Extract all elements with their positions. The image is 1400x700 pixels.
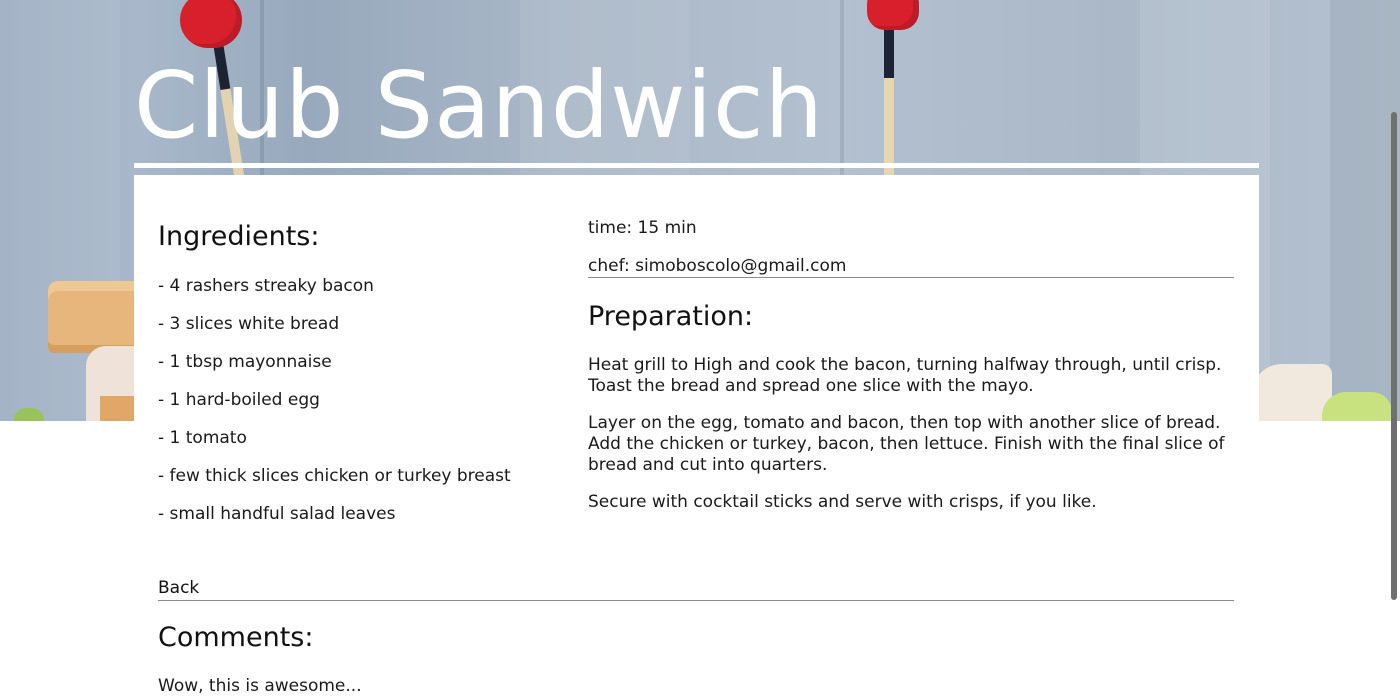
preparation-step: Secure with cocktail sticks and serve wi… (588, 492, 1097, 512)
recipe-card: Ingredients: - 4 rashers streaky bacon -… (134, 175, 1259, 700)
preparation-heading: Preparation: (588, 301, 754, 332)
ingredient-item: - 3 slices white bread (158, 314, 340, 334)
cocktail-stick-top (867, 0, 919, 30)
ingredient-item: - 1 tomato (158, 428, 247, 448)
preparation-step: Layer on the egg, tomato and bacon, then… (588, 413, 1225, 475)
title-divider (134, 163, 1259, 168)
ingredients-list: - 4 rashers streaky bacon - 3 slices whi… (158, 275, 558, 525)
ingredient-item: - 1 hard-boiled egg (158, 390, 320, 410)
sandwich-lettuce (14, 408, 44, 421)
comments-heading: Comments: (158, 622, 314, 653)
ingredient-item: - 4 rashers streaky bacon (158, 276, 374, 296)
chef-email: chef: simoboscolo@gmail.com (588, 256, 847, 276)
recipe-details: time: 15 min chef: simoboscolo@gmail.com… (588, 217, 1234, 513)
back-link[interactable]: Back (158, 577, 199, 599)
preparation-step: Heat grill to High and cook the bacon, t… (588, 355, 1222, 396)
back-divider (158, 600, 1234, 601)
sandwich-bread (1252, 364, 1332, 421)
ingredients-section: Ingredients: - 4 rashers streaky bacon -… (158, 219, 558, 525)
sandwich-lettuce (1322, 392, 1392, 421)
ingredient-item: - small handful salad leaves (158, 504, 396, 524)
comment-item: Wow, this is awesome... (158, 676, 362, 696)
page-title: Club Sandwich (134, 52, 824, 159)
ingredient-item: - few thick slices chicken or turkey bre… (158, 466, 511, 486)
sandwich-bread (48, 281, 148, 353)
ingredient-item: - 1 tbsp mayonnaise (158, 352, 332, 372)
cook-time: time: 15 min (588, 218, 697, 238)
cocktail-stick-top (180, 0, 242, 48)
ingredients-heading: Ingredients: (158, 221, 320, 252)
recipe-page: Club Sandwich Ingredients: - 4 rashers s… (0, 0, 1400, 700)
meta-divider (588, 277, 1234, 278)
vertical-scrollbar[interactable] (1388, 0, 1400, 700)
scrollbar-thumb[interactable] (1391, 112, 1397, 600)
